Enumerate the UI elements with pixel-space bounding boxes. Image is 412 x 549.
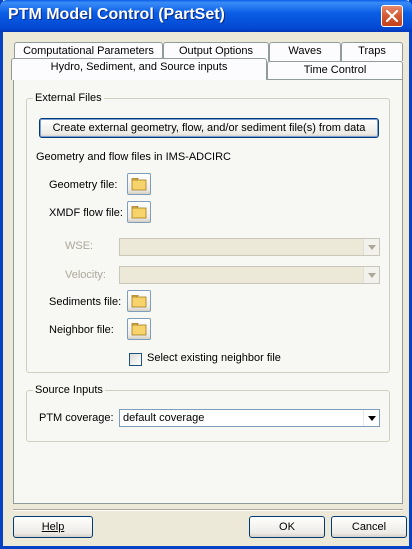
tab-time-control[interactable]: Time Control (267, 61, 403, 80)
group-label: Source Inputs (33, 384, 105, 396)
footer-divider (13, 509, 403, 511)
folder-icon (131, 206, 147, 219)
dropdown-arrow[interactable] (363, 267, 379, 283)
tab-label: Time Control (303, 64, 367, 76)
external-files-group: External Files Create external geometry,… (26, 92, 390, 373)
ptm-coverage-dropdown[interactable]: default coverage (119, 409, 380, 427)
velocity-label: Velocity: (65, 269, 106, 281)
close-icon (386, 10, 398, 22)
button-label: OK (279, 521, 295, 533)
select-neighbor-checkbox[interactable] (129, 353, 142, 366)
ptm-coverage-label: PTM coverage: (39, 412, 114, 424)
tab-label: Waves (288, 45, 322, 57)
window-title: PTM Model Control (PartSet) (8, 6, 225, 23)
tab-traps[interactable]: Traps (341, 42, 403, 61)
section-caption: Geometry and flow files in IMS-ADCIRC (36, 151, 231, 163)
wse-label: WSE: (65, 240, 94, 252)
button-label: Create external geometry, flow, and/or s… (52, 122, 366, 134)
tab-label: Traps (358, 45, 386, 57)
folder-icon (131, 178, 147, 191)
sediments-file-label: Sediments file: (49, 296, 122, 308)
title-bar[interactable]: PTM Model Control (PartSet) (0, 0, 412, 32)
folder-icon (131, 295, 147, 308)
dropdown-arrow[interactable] (363, 239, 379, 255)
tab-hydro-sediment-source[interactable]: Hydro, Sediment, and Source inputs (11, 58, 267, 80)
select-neighbor-label[interactable]: Select existing neighbor file (147, 352, 281, 364)
geometry-file-label: Geometry file: (49, 179, 118, 191)
chevron-down-icon (368, 245, 376, 250)
group-label: External Files (33, 92, 104, 104)
tab-panel: External Files Create external geometry,… (13, 79, 403, 504)
tab-label: Output Options (179, 45, 253, 57)
create-external-files-button[interactable]: Create external geometry, flow, and/or s… (39, 118, 379, 138)
button-label: Help (41, 521, 65, 533)
wse-dropdown[interactable] (119, 238, 380, 256)
sediments-file-button[interactable] (127, 290, 151, 312)
close-button[interactable] (381, 5, 403, 27)
tab-waves[interactable]: Waves (269, 42, 341, 61)
ok-button[interactable]: OK (249, 516, 325, 538)
folder-icon (131, 323, 147, 336)
source-inputs-group: Source Inputs PTM coverage: default cove… (26, 384, 390, 442)
button-label: Cancel (351, 521, 387, 533)
cancel-button[interactable]: Cancel (331, 516, 407, 538)
chevron-down-icon (368, 273, 376, 278)
xmdf-flow-file-button[interactable] (127, 201, 151, 223)
chevron-down-icon (368, 416, 376, 421)
xmdf-flow-file-label: XMDF flow file: (49, 207, 123, 219)
velocity-dropdown[interactable] (119, 266, 380, 284)
geometry-file-button[interactable] (127, 173, 151, 195)
ptm-coverage-value: default coverage (123, 412, 205, 424)
help-button[interactable]: Help (13, 516, 93, 538)
neighbor-file-label: Neighbor file: (49, 324, 114, 336)
dialog-window: PTM Model Control (PartSet) Computationa… (0, 0, 412, 549)
tab-label: Hydro, Sediment, and Source inputs (50, 61, 228, 73)
dropdown-arrow[interactable] (363, 410, 379, 426)
neighbor-file-button[interactable] (127, 318, 151, 340)
tab-label: Computational Parameters (23, 45, 154, 57)
